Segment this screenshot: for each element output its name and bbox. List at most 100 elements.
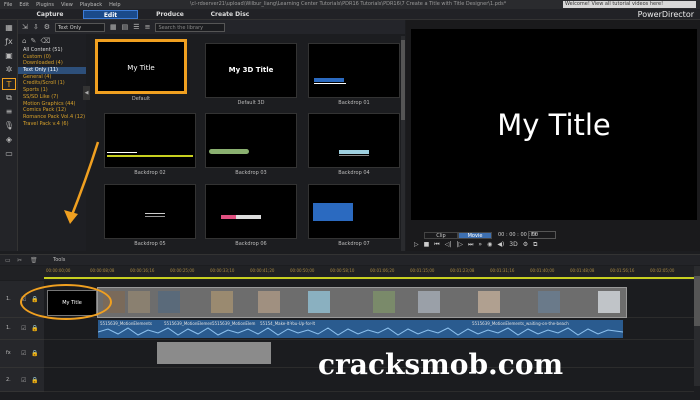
clip-mode-button[interactable]: Clip xyxy=(424,232,458,239)
template-thumbnail[interactable]: My Title xyxy=(95,39,187,94)
add-tag-icon[interactable]: ✎ xyxy=(30,37,36,47)
category-item[interactable]: Text Only (11) xyxy=(18,67,86,74)
category-item[interactable]: Travel Pack v.4 (6) xyxy=(18,121,86,128)
tag-icon[interactable]: ⌂ xyxy=(22,37,26,47)
template-backdrop-03[interactable]: Backdrop 03 xyxy=(205,113,297,176)
tab-capture[interactable]: Capture xyxy=(30,10,70,19)
audio-mixing-icon[interactable]: ≡ xyxy=(2,106,16,118)
effect-clip[interactable] xyxy=(157,342,271,364)
movie-mode-button[interactable]: Movie xyxy=(458,232,492,239)
next-frame-icon[interactable]: ⏭ xyxy=(468,241,473,249)
category-item[interactable]: Comics Pack (12) xyxy=(18,107,86,114)
chapter-room-icon[interactable]: ◈ xyxy=(2,134,16,146)
template-thumbnail[interactable] xyxy=(205,184,297,239)
menu-help[interactable]: Help xyxy=(109,2,120,8)
enable-checkbox[interactable]: ☑ xyxy=(21,377,26,384)
prev-frame-icon[interactable]: ⏮ xyxy=(434,241,439,249)
category-item[interactable]: Credits/Scroll (1) xyxy=(18,80,86,87)
tab-edit[interactable]: Edit xyxy=(83,10,138,19)
video-clip[interactable] xyxy=(97,287,627,318)
tab-produce[interactable]: Produce xyxy=(150,10,190,19)
category-item[interactable]: All Content (51) xyxy=(18,47,86,54)
undock-icon[interactable]: ⧉ xyxy=(533,241,537,249)
template-backdrop-01[interactable]: Backdrop 01 xyxy=(308,43,400,106)
template-caption: Backdrop 07 xyxy=(338,241,370,247)
template-backdrop-02[interactable]: Backdrop 02 xyxy=(104,113,196,176)
library-scrollbar[interactable] xyxy=(401,36,405,251)
filter-dropdown[interactable]: Text Only xyxy=(55,22,106,32)
category-item[interactable]: Custom (0) xyxy=(18,54,86,61)
menu-plugins[interactable]: Plugins xyxy=(36,2,54,8)
lock-icon[interactable]: 🔒 xyxy=(31,377,38,384)
template-default[interactable]: My Title Default xyxy=(95,39,187,102)
template-backdrop-04[interactable]: Backdrop 04 xyxy=(308,113,400,176)
fx-room-icon[interactable]: ƒx xyxy=(2,36,16,48)
menu-edit[interactable]: Edit xyxy=(19,2,29,8)
track-header-video-2[interactable]: 2. ☑ 🔒 xyxy=(0,368,44,392)
template-thumbnail[interactable] xyxy=(104,184,196,239)
template-backdrop-06[interactable]: Backdrop 06 xyxy=(205,184,297,247)
plugin-icon[interactable]: ⚙ xyxy=(44,23,50,31)
template-thumbnail[interactable] xyxy=(308,43,400,98)
timeline-scrollbar[interactable] xyxy=(694,266,700,386)
split-icon[interactable]: ✂ xyxy=(17,257,22,264)
media-room-icon[interactable]: ▦ xyxy=(2,22,16,34)
remove-tag-icon[interactable]: ⌫ xyxy=(40,37,50,47)
template-default-3d[interactable]: My 3D Title Default 3D xyxy=(205,43,297,106)
enable-checkbox[interactable]: ☑ xyxy=(21,325,26,332)
template-thumbnail[interactable]: My 3D Title xyxy=(205,43,297,98)
track-manager-icon[interactable]: ▭ xyxy=(5,257,11,264)
import-icon[interactable]: ⇲ xyxy=(22,23,28,31)
lock-icon[interactable]: 🔒 xyxy=(31,325,38,332)
delete-icon[interactable]: 🗑 xyxy=(30,257,38,264)
template-backdrop-05[interactable]: Backdrop 05 xyxy=(104,184,196,247)
voice-over-icon[interactable]: 🎙 xyxy=(2,120,16,132)
template-thumbnail[interactable] xyxy=(308,184,400,239)
prev-icon[interactable]: ◁| xyxy=(445,241,452,249)
zoom-dropdown[interactable]: Fit xyxy=(528,231,556,239)
menu-file[interactable]: File xyxy=(4,2,12,8)
template-thumbnail[interactable] xyxy=(104,113,196,168)
tools-menu[interactable]: Tools xyxy=(53,257,65,263)
pip-room-icon[interactable]: ▣ xyxy=(2,50,16,62)
template-backdrop-07[interactable]: Backdrop 07 xyxy=(308,184,400,247)
download-icon[interactable]: ⇩ xyxy=(33,23,39,31)
category-item[interactable]: Downloaded (4) xyxy=(18,60,86,67)
lock-icon[interactable]: 🔒 xyxy=(31,350,38,357)
snapshot-icon[interactable]: ◉ xyxy=(487,241,492,249)
stop-icon[interactable]: ■ xyxy=(424,241,430,249)
tab-create-disc[interactable]: Create Disc xyxy=(205,10,255,19)
track-header-fx[interactable]: fx ☑ 🔒 xyxy=(0,340,44,368)
category-item[interactable]: SS/SD Like (7) xyxy=(18,94,86,101)
menu-icon[interactable]: ≡ xyxy=(145,23,151,31)
transition-room-icon[interactable]: ⧉ xyxy=(2,92,16,104)
volume-icon[interactable]: ◀) xyxy=(497,241,504,249)
play-icon[interactable]: ▷ xyxy=(414,241,419,249)
settings-icon[interactable]: ⚙ xyxy=(523,241,528,249)
category-item[interactable]: General (4) xyxy=(18,74,86,81)
menu-playback[interactable]: Playback xyxy=(80,2,102,8)
next-icon[interactable]: |▷ xyxy=(456,241,463,249)
search-input[interactable]: Search the library xyxy=(155,22,226,32)
template-thumbnail[interactable] xyxy=(205,113,297,168)
mode-3d-button[interactable]: 3D xyxy=(509,241,517,249)
grid-view-icon[interactable]: ▦ xyxy=(110,23,117,31)
layout-icon[interactable]: ▤ xyxy=(122,23,129,31)
template-thumbnail[interactable] xyxy=(308,113,400,168)
subtitle-room-icon[interactable]: ▭ xyxy=(2,148,16,160)
category-item[interactable]: Motion Graphics (44) xyxy=(18,101,86,108)
tutorial-notice[interactable]: Welcome! View all tutorial videos here! xyxy=(563,1,696,8)
fast-forward-icon[interactable]: » xyxy=(478,241,482,249)
category-item[interactable]: Sports (1) xyxy=(18,87,86,94)
title-room-icon[interactable]: T xyxy=(2,78,16,90)
category-item[interactable]: Romance Pack Vol.4 (12) xyxy=(18,114,86,121)
menu-view[interactable]: View xyxy=(61,2,73,8)
collapse-panel-button[interactable]: ◀ xyxy=(83,86,90,100)
enable-checkbox[interactable]: ☑ xyxy=(21,350,26,357)
preview-controls: Clip Movie 00 : 00 : 00 : 00 Fit ▷ ■ ⏮ ◁… xyxy=(411,231,697,251)
audio-clip[interactable]: 5515639_MotionElements 5515639_MotionEle… xyxy=(98,320,623,338)
mode-bar: Capture Edit Produce Create Disc PowerDi… xyxy=(0,9,700,20)
list-icon[interactable]: ☰ xyxy=(133,23,139,31)
particle-room-icon[interactable]: ✲ xyxy=(2,64,16,76)
track-header-audio-1[interactable]: 1. ☑ 🔒 xyxy=(0,318,44,340)
